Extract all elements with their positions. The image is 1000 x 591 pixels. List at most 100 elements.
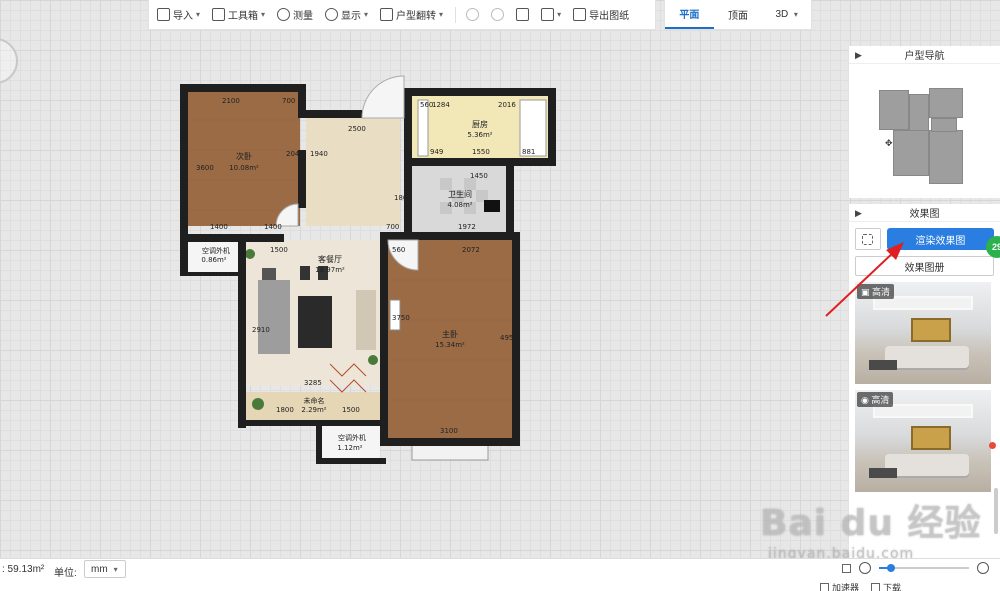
svg-text:881: 881 — [522, 148, 535, 156]
eraser-icon — [541, 8, 555, 21]
svg-text:0.86m²: 0.86m² — [201, 256, 226, 264]
zoom-control — [842, 562, 989, 574]
notification-dot — [989, 442, 996, 449]
svg-text:2500: 2500 — [348, 125, 366, 133]
zoom-slider[interactable] — [879, 564, 969, 572]
save-button[interactable] — [516, 8, 530, 21]
corridor-floor — [306, 118, 400, 226]
svg-text:1400: 1400 — [210, 223, 228, 231]
status-bar: : 59.13m² 单位: mm ▾ 加速器 下载 — [0, 558, 1000, 591]
svg-text:5.36m²: 5.36m² — [467, 131, 492, 139]
svg-text:1500: 1500 — [342, 406, 360, 414]
svg-text:1800: 1800 — [276, 406, 294, 414]
accelerator-button[interactable]: 加速器 — [820, 581, 859, 591]
collapse-icon[interactable]: ▶ — [855, 50, 862, 61]
eye-icon — [325, 8, 339, 21]
tab-plan[interactable]: 平面 — [665, 0, 714, 29]
undo-button[interactable] — [466, 8, 480, 21]
total-area: : 59.13m² — [2, 564, 45, 575]
screenshot-icon — [862, 233, 874, 245]
svg-text:700: 700 — [386, 223, 399, 231]
chevron-down-icon: ▾ — [113, 564, 118, 574]
svg-text:4950: 4950 — [500, 334, 518, 342]
save-icon — [516, 8, 530, 21]
tab-ceiling[interactable]: 顶面 — [714, 0, 763, 29]
toolbox-icon — [212, 8, 226, 21]
svg-text:1550: 1550 — [472, 148, 490, 156]
render-thumbnail-1[interactable]: ▣ 高清 — [855, 282, 991, 384]
svg-text:空调外机: 空调外机 — [338, 433, 366, 442]
svg-text:2910: 2910 — [252, 326, 270, 334]
import-button[interactable]: 导入 ▾ — [157, 7, 200, 22]
download-button[interactable]: 下载 — [871, 581, 901, 591]
export-button[interactable]: 导出图纸 — [573, 7, 629, 22]
eraser-button[interactable]: ▾ — [541, 8, 561, 21]
flip-button[interactable]: 户型翻转 ▾ — [380, 7, 443, 22]
download-icon — [871, 583, 881, 591]
svg-text:3600: 3600 — [196, 164, 214, 172]
svg-text:3750: 3750 — [392, 314, 410, 322]
top-toolbar: 导入 ▾ 工具箱 ▾ 测量 显示 ▾ 户型翻转 ▾ ▾ 导出图纸 — [148, 0, 656, 30]
room-name-bathroom: 卫生间 — [448, 189, 472, 199]
master-floor[interactable] — [388, 240, 512, 438]
hd-badge: ◉ 高清 — [857, 392, 894, 407]
display-button[interactable]: 显示 ▾ — [325, 7, 368, 22]
nav-panel-header: ▶ 户型导航 — [849, 46, 1000, 64]
redo-button[interactable] — [491, 8, 505, 21]
dining-table[interactable] — [298, 296, 332, 348]
svg-text:1450: 1450 — [470, 172, 488, 180]
unit-label: 单位: — [54, 568, 77, 579]
move-icon[interactable]: ✥ — [885, 138, 893, 149]
chevron-down-icon: ▾ — [793, 10, 798, 19]
svg-text:560: 560 — [392, 246, 405, 254]
svg-text:18.97m²: 18.97m² — [315, 266, 345, 274]
svg-text:1940: 1940 — [310, 150, 328, 158]
upload-icon — [157, 8, 170, 21]
svg-text:2040: 2040 — [286, 150, 304, 158]
panel-scrollbar[interactable] — [994, 488, 998, 534]
floorplan-nav-panel: ▶ 户型导航 ✥ — [848, 46, 1000, 198]
svg-text:未命名: 未命名 — [304, 396, 325, 405]
svg-text:空调外机: 空调外机 — [202, 246, 230, 255]
svg-text:1800: 1800 — [394, 194, 412, 202]
svg-text:1500: 1500 — [270, 246, 288, 254]
fit-icon[interactable] — [842, 563, 851, 573]
tab-3d[interactable]: 3D ▾ — [762, 0, 811, 29]
sofa[interactable] — [258, 280, 290, 354]
measure-icon — [277, 8, 291, 21]
svg-text:1400: 1400 — [264, 223, 282, 231]
zoom-out-icon[interactable] — [859, 562, 871, 574]
svg-text:10.08m²: 10.08m² — [229, 164, 259, 172]
svg-text:700: 700 — [282, 97, 295, 105]
zoom-in-icon[interactable] — [977, 562, 989, 574]
svg-text:2.29m²: 2.29m² — [301, 406, 326, 414]
redo-icon — [491, 8, 505, 21]
effect-album-button[interactable]: 效果图册 — [855, 256, 994, 276]
svg-text:1972: 1972 — [458, 223, 476, 231]
room-name-bedroom2: 次卧 — [236, 151, 252, 161]
screenshot-button[interactable] — [855, 228, 881, 250]
render-effect-button[interactable]: 渲染效果图 — [886, 228, 994, 250]
svg-text:3100: 3100 — [440, 427, 458, 435]
minimap[interactable]: ✥ — [849, 64, 1000, 196]
unit-select[interactable]: mm ▾ — [84, 560, 126, 578]
hd-badge: ▣ 高清 — [857, 284, 895, 299]
accelerator-icon — [820, 583, 829, 591]
room-name-master: 主卧 — [442, 329, 458, 339]
toolbox-button[interactable]: 工具箱 ▾ — [212, 7, 265, 22]
measure-button[interactable]: 测量 — [277, 7, 313, 22]
svg-text:2100: 2100 — [222, 97, 240, 105]
svg-text:1.12m²: 1.12m² — [337, 444, 362, 452]
undo-icon — [466, 8, 480, 21]
svg-text:15.34m²: 15.34m² — [435, 341, 465, 349]
room-name-kitchen: 厨房 — [472, 119, 488, 129]
svg-text:2016: 2016 — [498, 101, 516, 109]
render-panel: ▶ 效果图 渲染效果图 效果图册 ▣ 高清 ◉ 高清 — [848, 204, 1000, 558]
flip-icon — [380, 8, 394, 21]
svg-text:1284: 1284 — [432, 101, 450, 109]
collapse-icon[interactable]: ▶ — [855, 208, 862, 219]
svg-text:949: 949 — [430, 148, 443, 156]
render-thumbnail-2[interactable]: ◉ 高清 — [855, 390, 991, 492]
svg-text:4.08m²: 4.08m² — [447, 201, 472, 209]
svg-text:3285: 3285 — [304, 379, 322, 387]
